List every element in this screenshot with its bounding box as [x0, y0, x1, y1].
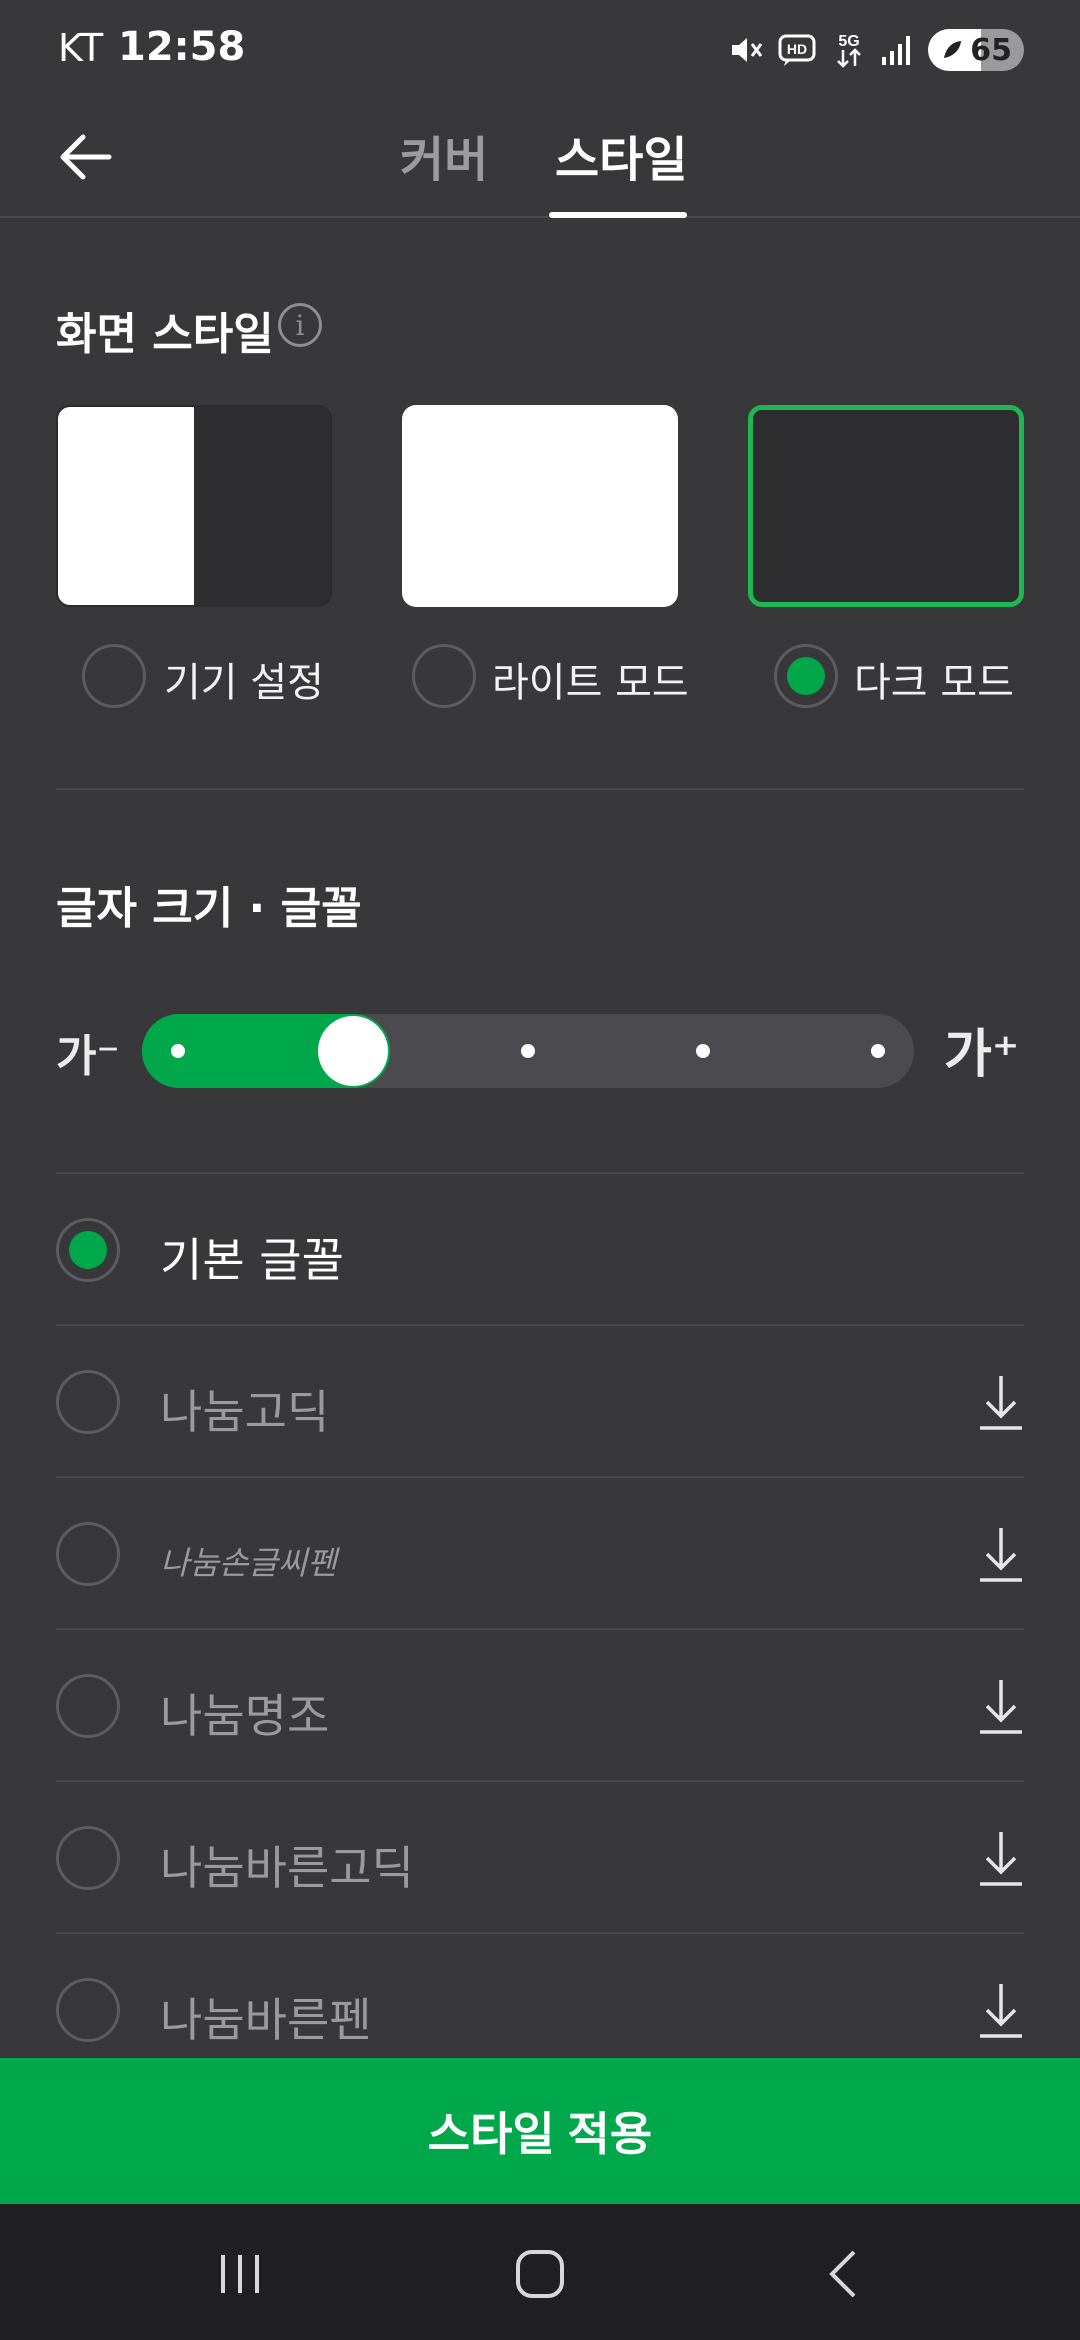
download-icon[interactable]	[978, 1980, 1024, 2040]
font-radio-nanum-barun-pen[interactable]	[56, 1978, 120, 2042]
dark-mode-preview[interactable]	[748, 405, 1024, 607]
size-decrease-label[interactable]: 가⁻	[56, 1020, 120, 1084]
screen-style-title: 화면 스타일	[56, 309, 274, 360]
font-option-row[interactable]: 기본 글꼴	[56, 1174, 1024, 1326]
dark-mode-radio[interactable]	[774, 644, 838, 708]
slider-step-dot[interactable]	[171, 1044, 185, 1058]
font-option-row[interactable]: 나눔손글씨펜	[56, 1478, 1024, 1630]
home-button[interactable]	[510, 2244, 570, 2304]
font-radio-nanum-pen[interactable]	[56, 1522, 120, 1586]
back-button[interactable]	[50, 122, 120, 192]
apply-style-button[interactable]: 스타일 적용	[0, 2058, 1080, 2204]
dark-mode-label: 다크 모드	[854, 660, 1014, 706]
size-increase-label[interactable]: 가⁺	[944, 1012, 1019, 1087]
light-mode-radio[interactable]	[412, 644, 476, 708]
signal-icon	[880, 33, 914, 67]
slider-step-dot[interactable]	[871, 1044, 885, 1058]
tab-cover[interactable]: 커버	[400, 120, 488, 216]
home-icon	[516, 2250, 564, 2298]
font-radio-nanum-gothic[interactable]	[56, 1370, 120, 1434]
info-icon[interactable]: i	[278, 303, 322, 347]
5g-icon: 5G	[832, 30, 866, 70]
font-label: 기본 글꼴	[160, 1233, 344, 1287]
font-radio-nanum-barun-gothic[interactable]	[56, 1826, 120, 1890]
status-time: 12:58	[118, 24, 246, 70]
system-navigation-bar	[0, 2204, 1080, 2340]
status-icons: HD 5G 65	[728, 26, 1024, 74]
slider-step-dot[interactable]	[696, 1044, 710, 1058]
recent-apps-button[interactable]	[210, 2244, 270, 2304]
font-label: 나눔바른고딕	[160, 1841, 414, 1895]
font-label: 나눔바른펜	[160, 1993, 372, 2047]
svg-text:HD: HD	[787, 41, 807, 57]
hd-voice-icon: HD	[778, 33, 818, 67]
status-bar: KT 12:58 HD 5G 65	[0, 0, 1080, 100]
font-option-row[interactable]: 나눔바른고딕	[56, 1782, 1024, 1934]
font-option-row[interactable]: 나눔고딕	[56, 1326, 1024, 1478]
font-section-title: 글자 크기 · 글꼴	[56, 883, 362, 934]
light-mode-preview[interactable]	[402, 405, 678, 607]
svg-text:5G: 5G	[839, 33, 860, 50]
chevron-left-icon	[829, 2250, 856, 2298]
tab-style[interactable]: 스타일	[555, 120, 687, 216]
font-label: 나눔손글씨펜	[160, 1544, 337, 1582]
recent-apps-icon	[221, 2255, 259, 2293]
download-icon[interactable]	[978, 1828, 1024, 1888]
slider-step-dot[interactable]	[521, 1044, 535, 1058]
font-label: 나눔명조	[160, 1689, 330, 1743]
arrow-left-icon	[60, 134, 112, 180]
device-setting-label: 기기 설정	[164, 660, 324, 706]
battery-level: 65	[970, 32, 1012, 68]
carrier-label: KT	[58, 26, 104, 70]
download-icon[interactable]	[978, 1676, 1024, 1736]
font-radio-default[interactable]	[56, 1218, 120, 1282]
light-mode-label: 라이트 모드	[492, 660, 689, 706]
device-setting-radio[interactable]	[82, 644, 146, 708]
font-size-slider-thumb[interactable]	[318, 1016, 388, 1086]
font-label: 나눔고딕	[160, 1385, 330, 1439]
download-icon[interactable]	[978, 1372, 1024, 1432]
mute-icon	[728, 32, 764, 68]
font-radio-nanum-myeongjo[interactable]	[56, 1674, 120, 1738]
download-icon[interactable]	[978, 1524, 1024, 1584]
battery-icon: 65	[928, 29, 1024, 71]
font-option-row[interactable]: 나눔명조	[56, 1630, 1024, 1782]
section-divider	[56, 788, 1024, 790]
device-setting-preview[interactable]	[56, 405, 332, 607]
back-nav-button[interactable]	[814, 2244, 874, 2304]
active-tab-indicator	[549, 212, 687, 218]
top-navigation: 커버 스타일	[0, 100, 1080, 218]
